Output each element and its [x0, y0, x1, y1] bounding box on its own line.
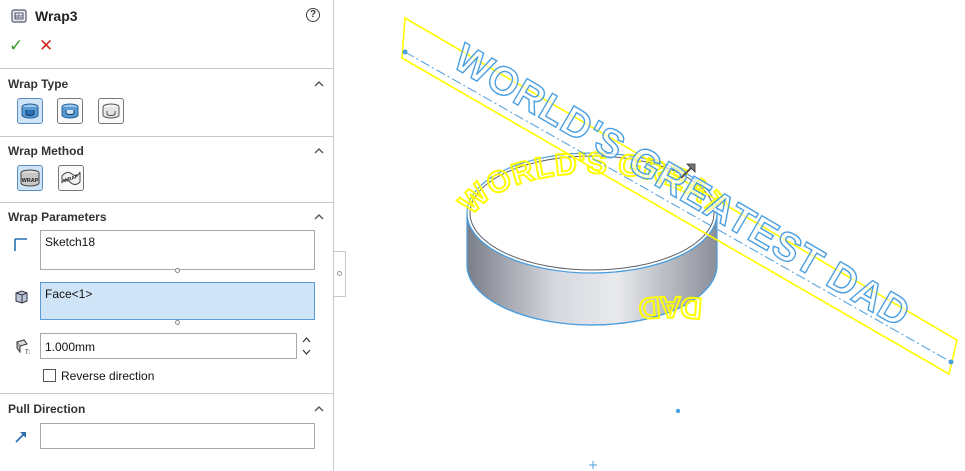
ok-button[interactable]: ✓: [9, 37, 23, 55]
chevron-up-icon[interactable]: [313, 404, 325, 414]
section-title-pull-direction[interactable]: Pull Direction: [8, 402, 85, 416]
direction-arrow-icon: [15, 432, 26, 443]
property-manager-header: abc Wrap3 ? ✓ ✕: [0, 0, 334, 64]
section-divider: [0, 393, 334, 394]
scribe-button[interactable]: [98, 98, 124, 124]
origin-point[interactable]: [675, 408, 681, 414]
panel-splitter-handle[interactable]: [334, 251, 346, 297]
emboss-icon: [21, 103, 39, 119]
property-manager-panel: abc Wrap3 ? ✓ ✕ Wrap Type Wrap Method WR…: [0, 0, 334, 471]
emboss-button[interactable]: [17, 98, 43, 124]
splitter-grip: [337, 271, 342, 276]
spline-surface-wrap-icon: WRAP: [61, 171, 81, 185]
face-selection-value: Face<1>: [45, 287, 93, 301]
pull-direction-field[interactable]: [40, 423, 315, 449]
spline-surface-method-button[interactable]: WRAP: [58, 165, 84, 191]
source-sketch-value: Sketch18: [45, 235, 96, 249]
deboss-icon: [61, 103, 79, 119]
section-divider: [0, 202, 334, 203]
thickness-input[interactable]: 1.000mm: [40, 333, 297, 359]
model-scene[interactable]: WORLD'S GREATEST DAD WORLD'S GREATEST DA…: [347, 0, 965, 471]
source-sketch-field[interactable]: Sketch18: [40, 230, 315, 270]
thickness-icon: T1: [16, 339, 30, 356]
spin-down-icon[interactable]: [300, 346, 313, 358]
face-selection-field[interactable]: Face<1>: [40, 282, 315, 320]
list-resize-handle[interactable]: [175, 320, 180, 325]
deboss-button[interactable]: [57, 98, 83, 124]
sketch-endpoint[interactable]: [948, 359, 954, 365]
scribe-icon: [102, 103, 120, 119]
list-resize-handle[interactable]: [175, 268, 180, 273]
section-title-wrap-method[interactable]: Wrap Method: [8, 144, 84, 158]
section-divider: [0, 68, 334, 69]
section-title-wrap-parameters[interactable]: Wrap Parameters: [8, 210, 107, 224]
graphics-viewport[interactable]: WORLD'S GREATEST DAD WORLD'S GREATEST DA…: [347, 0, 965, 471]
spin-up-icon[interactable]: [300, 334, 313, 346]
reverse-direction-checkbox[interactable]: [43, 369, 56, 382]
feature-title: Wrap3: [35, 8, 78, 24]
section-title-wrap-type[interactable]: Wrap Type: [8, 77, 68, 91]
wrap-feature-icon: abc: [11, 9, 27, 23]
analytical-wrap-icon: WRAP: [20, 169, 40, 187]
band-text-front: DAD: [637, 290, 703, 325]
reverse-direction-label[interactable]: Reverse direction: [61, 369, 154, 383]
section-divider: [0, 136, 334, 137]
sketch-endpoint[interactable]: [402, 49, 408, 55]
help-icon[interactable]: ?: [306, 8, 320, 22]
face-selection-icon: [15, 290, 28, 304]
svg-text:T1: T1: [25, 350, 30, 356]
chevron-up-icon[interactable]: [313, 212, 325, 222]
cursor-crosshair-icon: [589, 461, 597, 469]
chevron-up-icon[interactable]: [313, 79, 325, 89]
analytical-method-button[interactable]: WRAP: [17, 165, 43, 191]
svg-text:abc: abc: [15, 14, 24, 20]
chevron-up-icon[interactable]: [313, 146, 325, 156]
sketch-profile-icon: [14, 238, 27, 251]
cancel-button[interactable]: ✕: [39, 37, 53, 55]
thickness-value: 1.000mm: [45, 340, 96, 354]
svg-text:WRAP: WRAP: [22, 178, 39, 184]
